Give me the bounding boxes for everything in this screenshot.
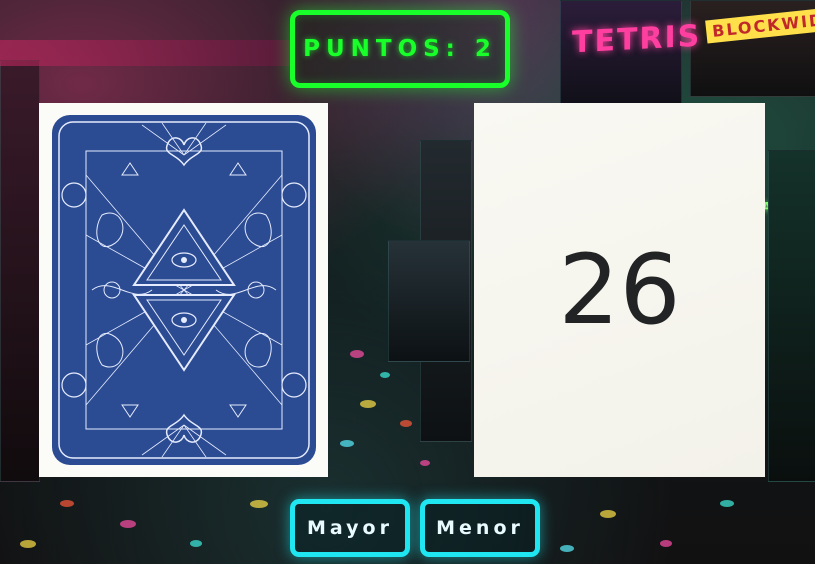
card-value: 26 xyxy=(558,234,681,346)
score-panel: PUNTOS: 2 xyxy=(290,10,510,88)
lower-button[interactable]: Menor xyxy=(420,499,540,557)
higher-button[interactable]: Mayor xyxy=(290,499,410,557)
score-label: PUNTOS: 2 xyxy=(303,36,497,62)
card-back-pattern-icon xyxy=(52,115,316,465)
sign-atari: ATARI xyxy=(762,200,811,214)
hidden-card xyxy=(39,103,328,477)
revealed-card: 26 xyxy=(474,103,765,477)
sign-blockwid: BLOCKWID xyxy=(705,7,815,44)
sign-tetris: TETRIS xyxy=(572,18,702,61)
